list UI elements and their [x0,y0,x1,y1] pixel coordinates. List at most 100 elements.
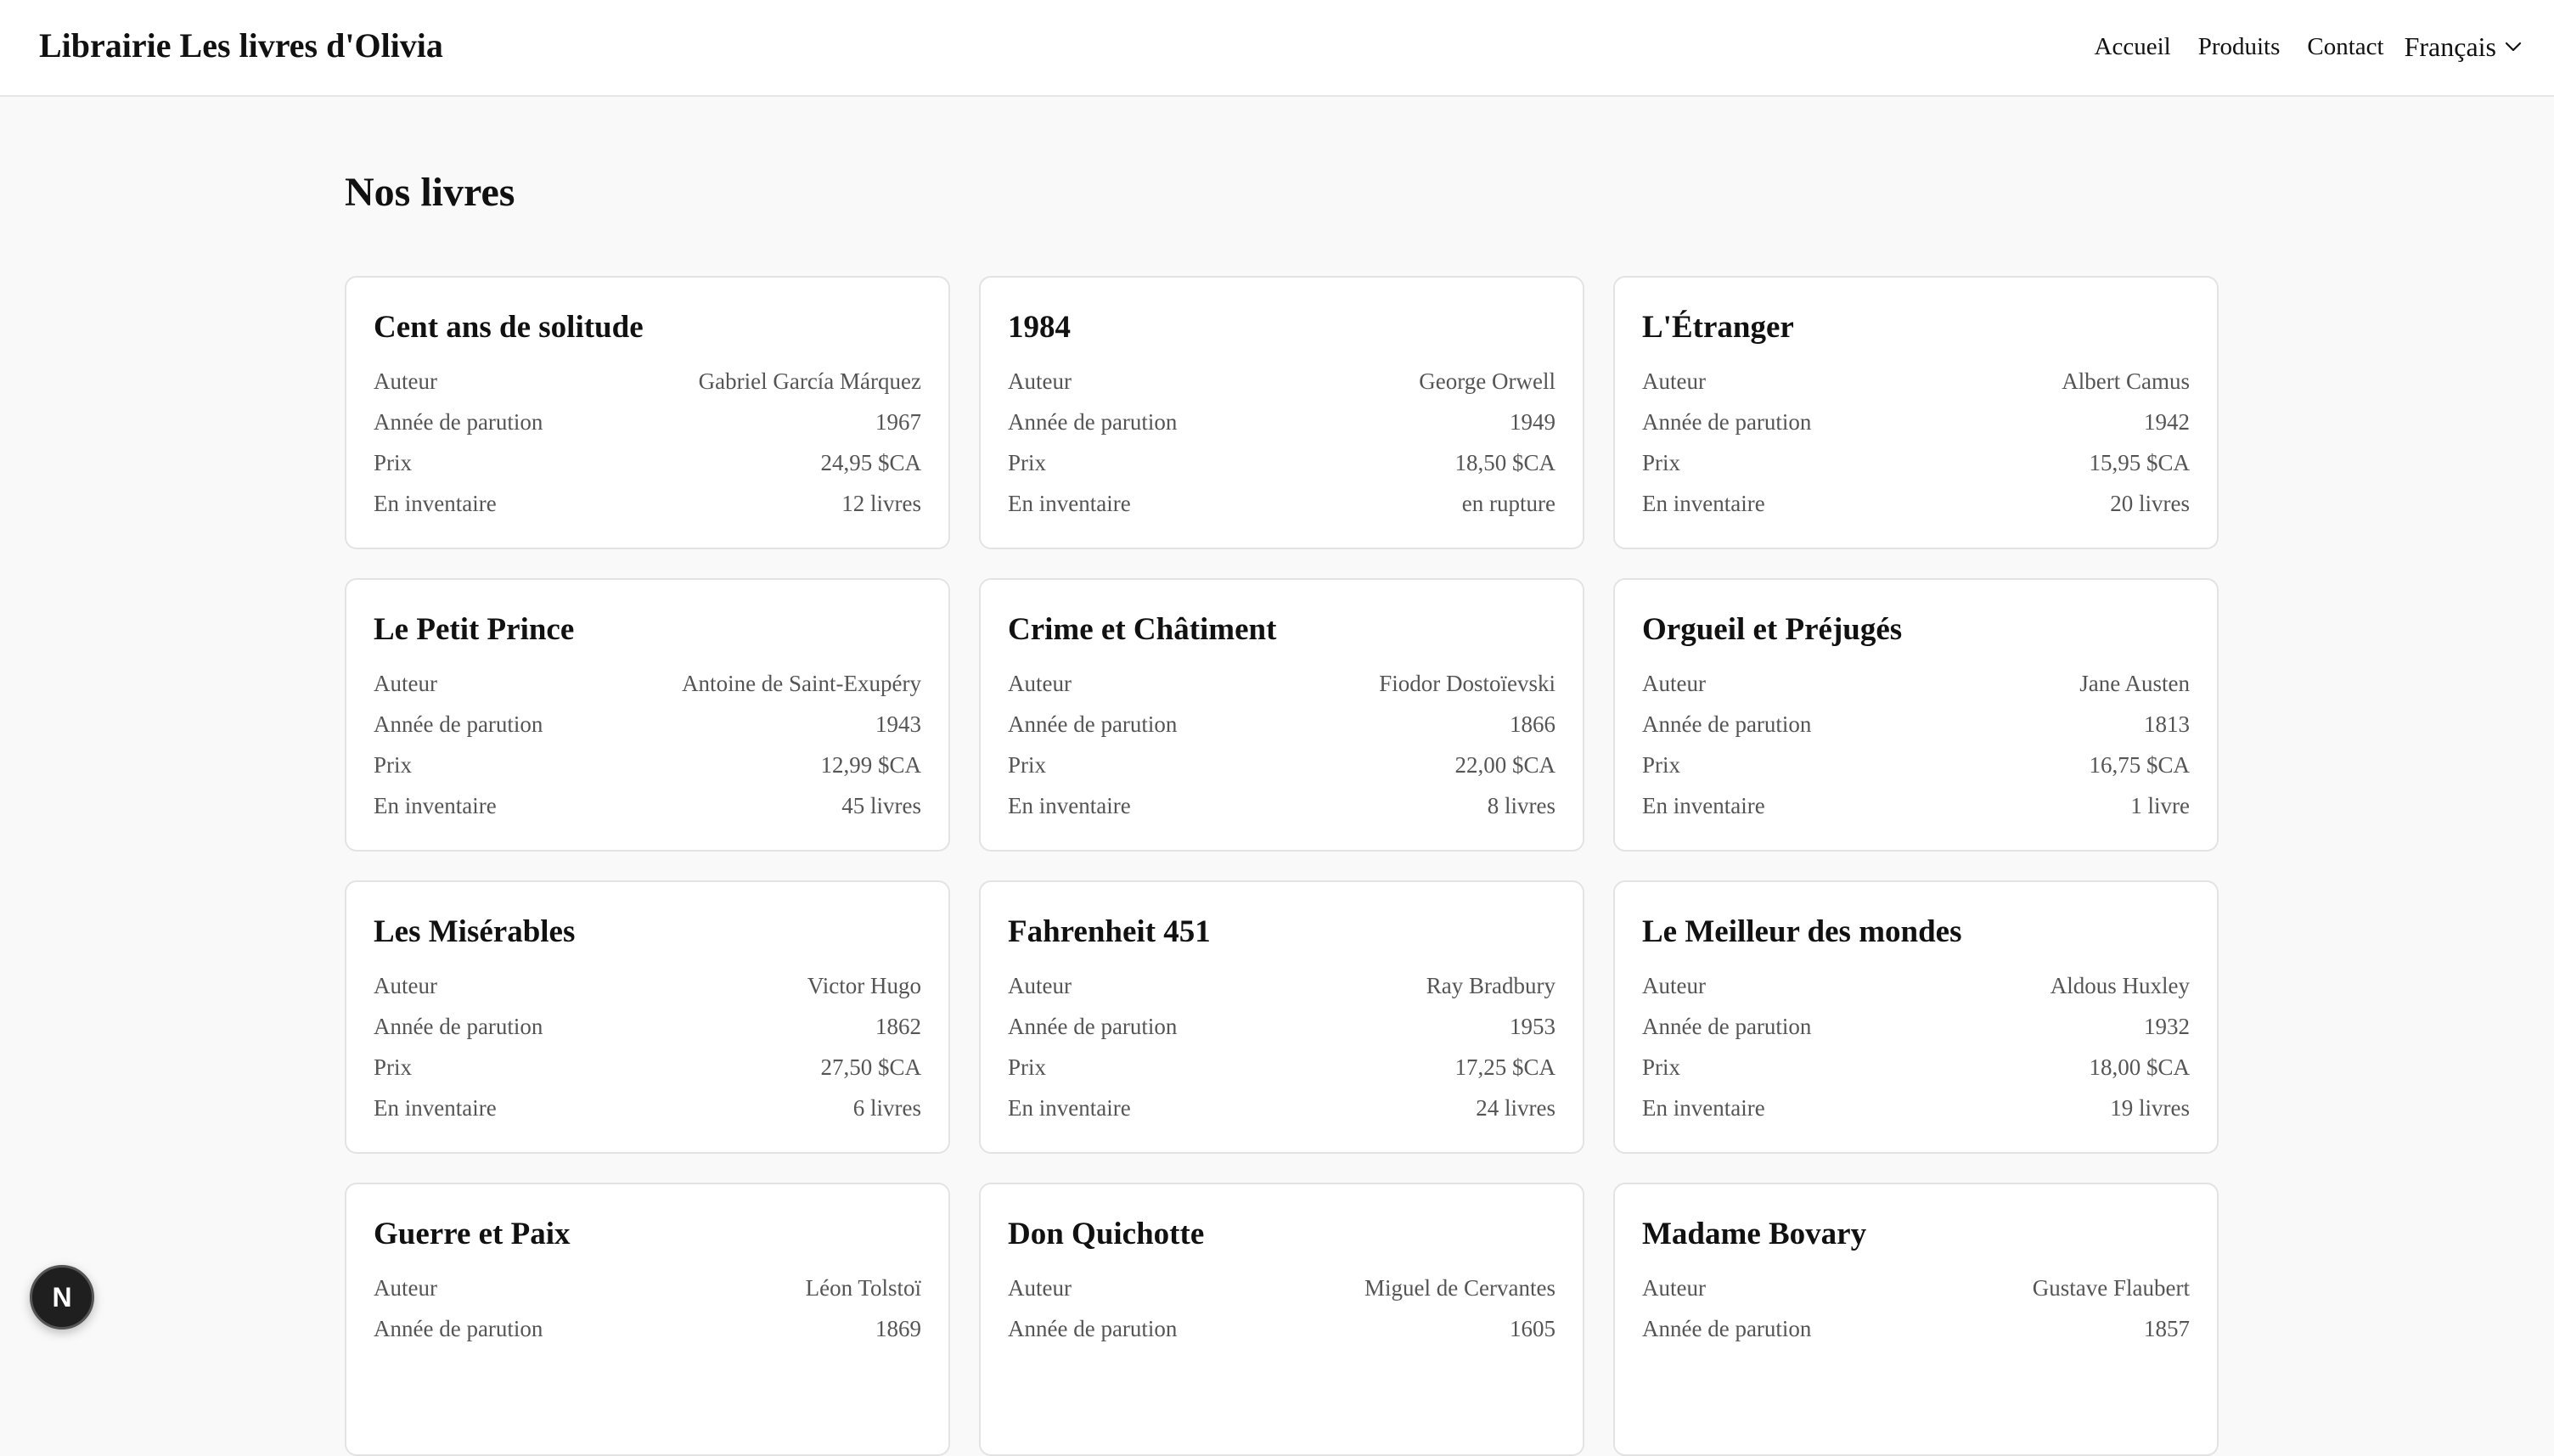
book-stock-row: En inventaire 8 livres [1008,785,1555,826]
book-title: Cent ans de solitude [374,310,644,345]
book-grid: Cent ans de solitude Auteur Gabriel García… [345,276,2219,1456]
book-year-value: 1967 [875,408,921,435]
book-stock-label: En inventaire [374,1094,497,1121]
book-title: 1984 [1008,310,1071,345]
book-year-row: Année de parution 1862 [374,1006,921,1047]
book-author-value: Miguel de Cervantes [1364,1274,1555,1301]
book-price-label: Prix [374,1054,413,1080]
book-year-value: 1605 [1510,1315,1555,1341]
book-card[interactable]: Crime et Châtiment Auteur Fiodor Dostoïevs… [979,578,1584,852]
book-card[interactable]: Fahrenheit 451 Auteur Ray Bradbury Année de… [979,880,1584,1154]
book-author-value: Léon Tolstoï [805,1274,921,1301]
book-year-value: 1857 [2144,1315,2190,1341]
book-year-row: Année de parution 1949 [1008,402,1555,442]
book-stock-row: En inventaire 6 livres [374,1088,921,1128]
book-price-row: Prix 22,00 $CA [1008,745,1555,785]
book-price-row: Prix 12,99 $CA [374,745,921,785]
book-details: Auteur Gabriel García Márquez Année de par… [374,361,921,524]
book-author-row: Auteur Gabriel García Márquez [374,361,921,402]
book-author-value: Ray Bradbury [1426,972,1555,998]
book-year-label: Année de parution [374,408,543,435]
book-year-label: Année de parution [1008,711,1178,737]
book-year-label: Année de parution [374,711,543,737]
nav-link-contact[interactable]: Contact [2307,33,2383,61]
book-price-value: 18,50 $CA [1454,449,1555,475]
book-author-label: Auteur [1642,368,1706,394]
book-card[interactable]: Les Misérables Auteur Victor Hugo Année de … [345,880,950,1154]
page-title: Nos livres [345,170,515,215]
book-card[interactable]: L'Étranger Auteur Albert Camus Année de par… [1613,276,2219,549]
book-title: Crime et Châtiment [1008,612,1277,647]
book-author-value: Albert Camus [2062,368,2190,394]
book-year-label: Année de parution [374,1315,543,1341]
book-author-label: Auteur [1008,1274,1072,1301]
book-stock-value: en rupture [1461,490,1555,516]
book-stock-row: En inventaire 24 livres [1008,1088,1555,1128]
book-price-label: Prix [1642,1054,1681,1080]
book-stock-row: En inventaire 12 livres [374,483,921,524]
nextjs-icon: N [52,1282,72,1313]
book-stock-row: En inventaire en rupture [1008,483,1555,524]
book-author-label: Auteur [1642,972,1706,998]
book-price-label: Prix [374,449,413,475]
book-price-row: Prix 17,25 $CA [1008,1047,1555,1088]
book-year-row: Année de parution 1953 [1008,1006,1555,1047]
book-card[interactable]: Don Quichotte Auteur Miguel de Cervantes An… [979,1183,1584,1456]
book-stock-value: 24 livres [1476,1094,1555,1121]
book-title: Guerre et Paix [374,1217,571,1251]
book-title: Le Meilleur des mondes [1642,914,1962,949]
book-author-value: Gabriel García Márquez [698,368,921,394]
book-stock-label: En inventaire [1008,792,1131,818]
nav-link-home[interactable]: Accueil [2095,33,2171,61]
book-price-row: Prix 27,50 $CA [374,1047,921,1088]
book-stock-value: 8 livres [1487,792,1555,818]
book-stock-row: En inventaire 20 livres [1642,483,2190,524]
book-author-label: Auteur [1008,670,1072,696]
book-stock-value: 12 livres [841,490,921,516]
book-year-row: Année de parution 1967 [374,402,921,442]
book-details: Auteur Fiodor Dostoïevski Année de parutio… [1008,663,1555,826]
book-year-value: 1813 [2144,711,2190,737]
book-title: Madame Bovary [1642,1217,1867,1251]
book-price-row: Prix 18,50 $CA [1008,442,1555,483]
book-author-row: Auteur Léon Tolstoï [374,1268,921,1308]
book-details: Auteur Gustave Flaubert Année de parution 1… [1642,1268,2190,1349]
book-title: Le Petit Prince [374,612,575,647]
book-author-value: Gustave Flaubert [2032,1274,2190,1301]
book-author-row: Auteur Miguel de Cervantes [1008,1268,1555,1308]
book-price-value: 18,00 $CA [2089,1054,2190,1080]
book-card[interactable]: Cent ans de solitude Auteur Gabriel García… [345,276,950,549]
book-card[interactable]: Le Meilleur des mondes Auteur Aldous Huxle… [1613,880,2219,1154]
book-stock-label: En inventaire [1642,490,1765,516]
book-year-label: Année de parution [1008,1315,1178,1341]
book-year-value: 1949 [1510,408,1555,435]
store-brand[interactable]: Librairie Les livres d'Olivia [39,22,443,70]
book-author-label: Auteur [374,1274,437,1301]
book-author-row: Auteur George Orwell [1008,361,1555,402]
book-year-label: Année de parution [1008,1013,1178,1039]
book-title: Fahrenheit 451 [1008,914,1211,949]
book-card[interactable]: 1984 Auteur George Orwell Année de parution… [979,276,1584,549]
book-card[interactable]: Guerre et Paix Auteur Léon Tolstoï Année de… [345,1183,950,1456]
book-price-row: Prix 24,95 $CA [374,442,921,483]
book-card[interactable]: Le Petit Prince Auteur Antoine de Saint-Ex… [345,578,950,852]
book-year-row: Année de parution 1943 [374,704,921,745]
book-author-value: George Orwell [1419,368,1555,394]
book-author-label: Auteur [1642,670,1706,696]
book-stock-value: 20 livres [2110,490,2190,516]
book-details: Auteur Albert Camus Année de parution 1942 P… [1642,361,2190,524]
book-card[interactable]: Orgueil et Préjugés Auteur Jane Austen Anné… [1613,578,2219,852]
language-selector[interactable]: Français [2405,31,2522,63]
book-author-label: Auteur [1008,368,1072,394]
book-card[interactable]: Madame Bovary Auteur Gustave Flaubert Année… [1613,1183,2219,1456]
book-title: L'Étranger [1642,310,1794,345]
book-stock-label: En inventaire [1008,490,1131,516]
book-title: Don Quichotte [1008,1217,1205,1251]
book-year-row: Année de parution 1813 [1642,704,2190,745]
nextjs-dev-badge[interactable]: N [30,1265,94,1330]
book-year-label: Année de parution [1642,1315,1812,1341]
book-author-value: Fiodor Dostoïevski [1379,670,1555,696]
chevron-down-icon [2505,42,2522,52]
nav-link-products[interactable]: Produits [2198,33,2281,61]
book-title: Les Misérables [374,914,576,949]
